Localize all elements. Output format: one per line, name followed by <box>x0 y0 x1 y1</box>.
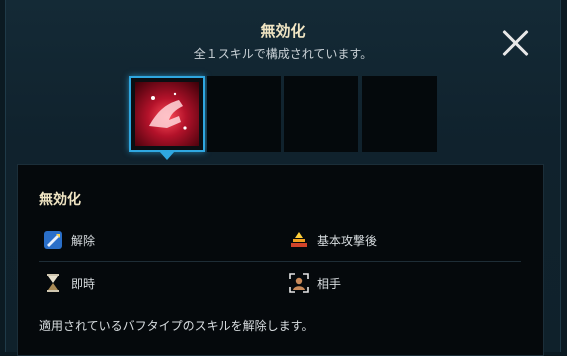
skill-slot-4[interactable] <box>362 76 437 152</box>
skill-popup: 無効化 全１スキルで構成されています。 無効化 解除 基本攻撃後 即時 相手 適… <box>5 0 561 356</box>
attribute-release: 解除 <box>43 230 95 250</box>
skill-slot-1[interactable] <box>129 76 205 152</box>
attribute-target: 相手 <box>289 273 341 293</box>
release-icon <box>43 230 63 250</box>
popup-title: 無効化 <box>260 22 306 40</box>
attribute-label: 即時 <box>71 276 96 291</box>
close-icon[interactable] <box>500 28 530 58</box>
target-icon <box>289 273 309 293</box>
nullify-skill-icon <box>135 82 199 146</box>
after-basic-attack-icon <box>289 230 309 250</box>
attribute-label: 相手 <box>317 276 342 291</box>
attribute-after-basic-attack: 基本攻撃後 <box>289 230 377 250</box>
selected-slot-pointer <box>159 151 175 160</box>
attribute-instant: 即時 <box>43 273 95 293</box>
attribute-label: 解除 <box>71 233 96 248</box>
divider <box>39 261 521 262</box>
skill-slot-2[interactable] <box>207 76 281 152</box>
hourglass-icon <box>43 273 63 293</box>
skill-slots <box>129 76 437 152</box>
skill-name: 無効化 <box>39 192 81 208</box>
skill-detail-panel: 無効化 解除 基本攻撃後 即時 相手 適用されているバフタイプのスキルを解除しま… <box>17 164 544 356</box>
skill-slot-3[interactable] <box>284 76 358 152</box>
attribute-label: 基本攻撃後 <box>317 233 378 248</box>
popup-subtitle: 全１スキルで構成されています。 <box>193 47 373 61</box>
skill-description: 適用されているバフタイプのスキルを解除します。 <box>39 319 314 333</box>
